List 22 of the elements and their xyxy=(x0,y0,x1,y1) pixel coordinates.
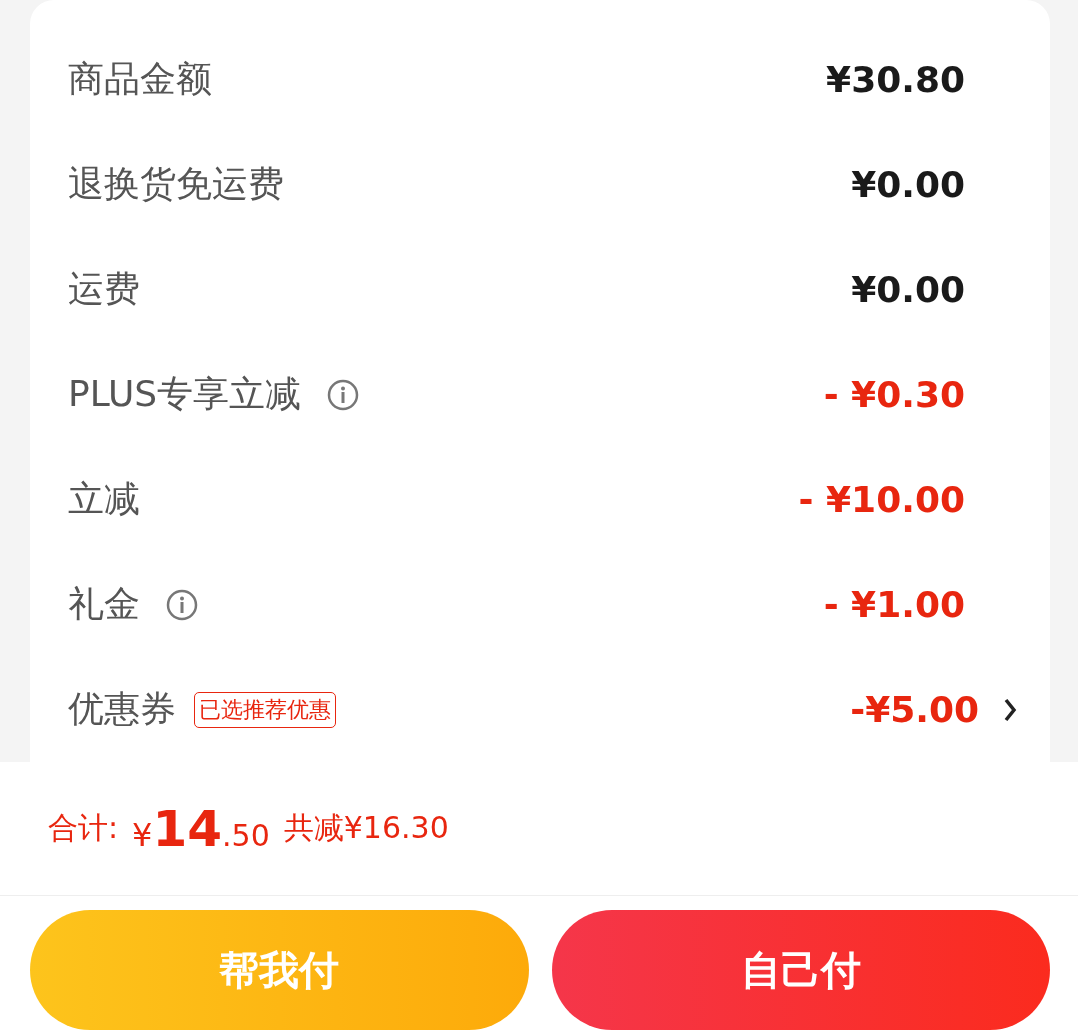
row-label: 礼金 xyxy=(68,582,140,626)
total-label: 合计: xyxy=(48,809,119,847)
info-icon[interactable] xyxy=(166,588,198,621)
amount-value: - ¥0.30 xyxy=(823,374,965,415)
row-label: 退换货免运费 xyxy=(68,162,284,206)
recommended-tag: 已选推荐优惠 xyxy=(194,691,336,728)
row-label: 立减 xyxy=(68,477,140,521)
row-label: 运费 xyxy=(68,267,140,311)
row-label: 优惠券 xyxy=(68,687,176,731)
amount-value: -¥5.00 xyxy=(850,689,979,730)
amount-value: ¥0.00 xyxy=(851,164,965,205)
pay-button[interactable]: 自己付 xyxy=(551,910,1050,1030)
amount-value: ¥0.00 xyxy=(851,269,965,310)
saved-amount: 共减¥16.30 xyxy=(283,809,449,847)
info-icon[interactable] xyxy=(327,378,360,411)
row-label: PLUS专享立减 xyxy=(68,372,302,416)
chevron-right-icon[interactable] xyxy=(1003,696,1017,723)
total-amount: ¥14.50 xyxy=(132,799,270,858)
amount-value: - ¥10.00 xyxy=(798,479,965,520)
row-label: 商品金额 xyxy=(68,57,212,101)
amount-value: - ¥1.00 xyxy=(823,584,965,625)
amount-value: ¥30.80 xyxy=(826,59,965,100)
